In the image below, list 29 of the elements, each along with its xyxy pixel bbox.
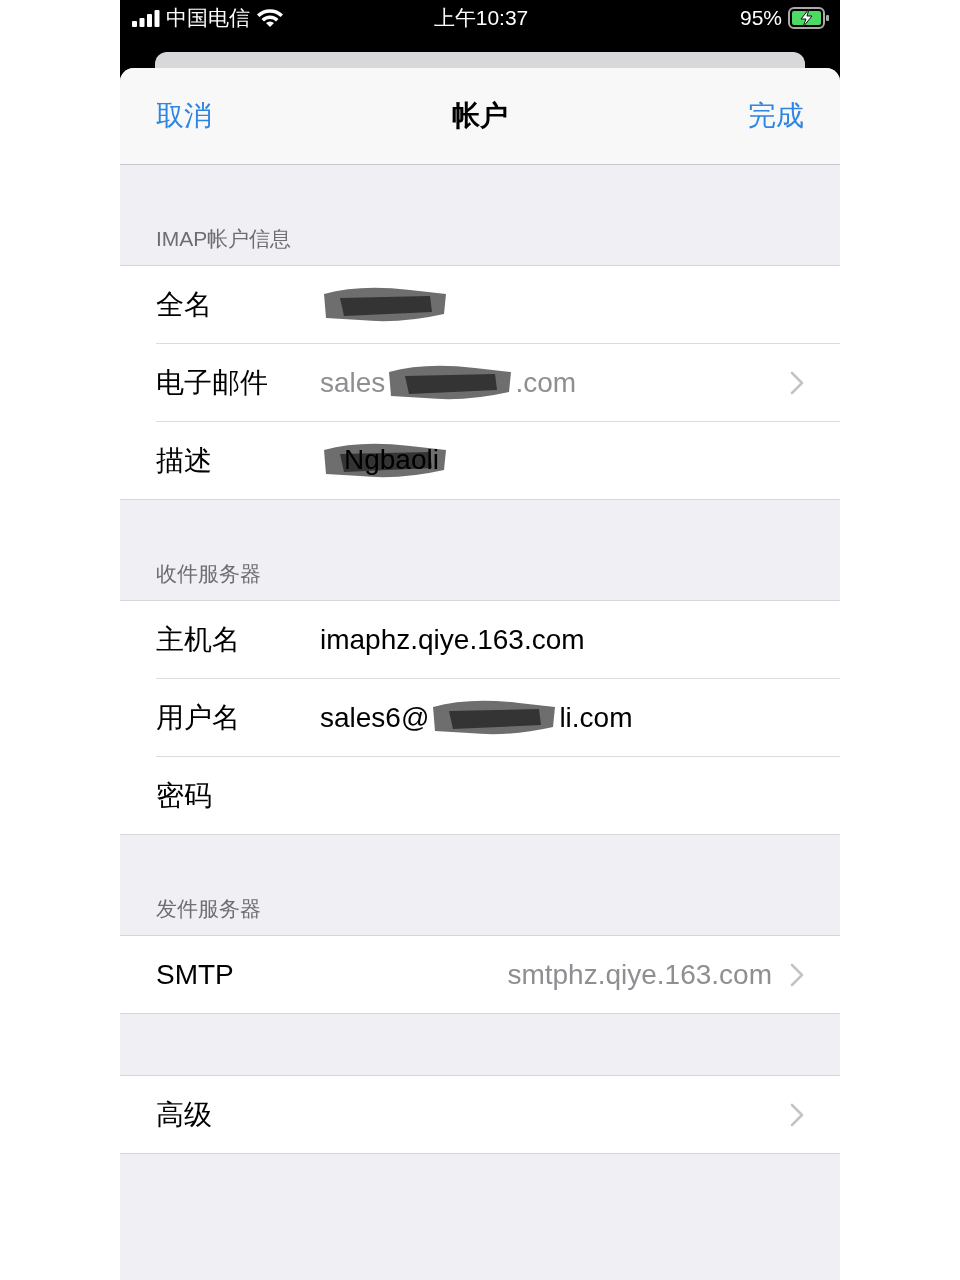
- section-header: 收件服务器: [155, 561, 262, 587]
- value-text: li.com: [559, 701, 633, 734]
- row-label: 描述: [156, 443, 213, 478]
- navigation-title: 帐户: [452, 99, 508, 133]
- wifi-icon: [256, 8, 284, 28]
- row-label: SMTP: [156, 958, 235, 991]
- done-button[interactable]: 完成: [748, 97, 804, 135]
- value-text: sales6@: [320, 701, 430, 734]
- section-header: 发件服务器: [155, 896, 262, 922]
- value-text: smtphz.qiye.163.com: [507, 958, 772, 991]
- value-text: Ngbaoli: [344, 443, 439, 476]
- signal-icon: [132, 9, 160, 27]
- chevron-icon: [790, 962, 804, 987]
- status-time: 上午10:37: [433, 5, 529, 31]
- row-label: 主机名: [156, 622, 241, 657]
- cancel-button[interactable]: 取消: [156, 97, 212, 135]
- row-label: 密码: [156, 778, 213, 813]
- row-label: 高级: [156, 1097, 213, 1132]
- value-text: imaphz.qiye.163.com: [320, 623, 585, 656]
- value-text: sales: [320, 366, 386, 399]
- battery-percent: 95%: [739, 6, 782, 30]
- carrier-name: 中国电信: [166, 5, 250, 31]
- section-header: IMAP帐户信息: [155, 226, 293, 252]
- row-label: 用户名: [156, 700, 241, 735]
- chevron-icon: [790, 370, 804, 395]
- value-text: .com: [515, 366, 577, 399]
- chevron-icon: [790, 1102, 804, 1127]
- row-label: 电子邮件: [156, 365, 269, 400]
- row-label: 全名: [156, 287, 213, 322]
